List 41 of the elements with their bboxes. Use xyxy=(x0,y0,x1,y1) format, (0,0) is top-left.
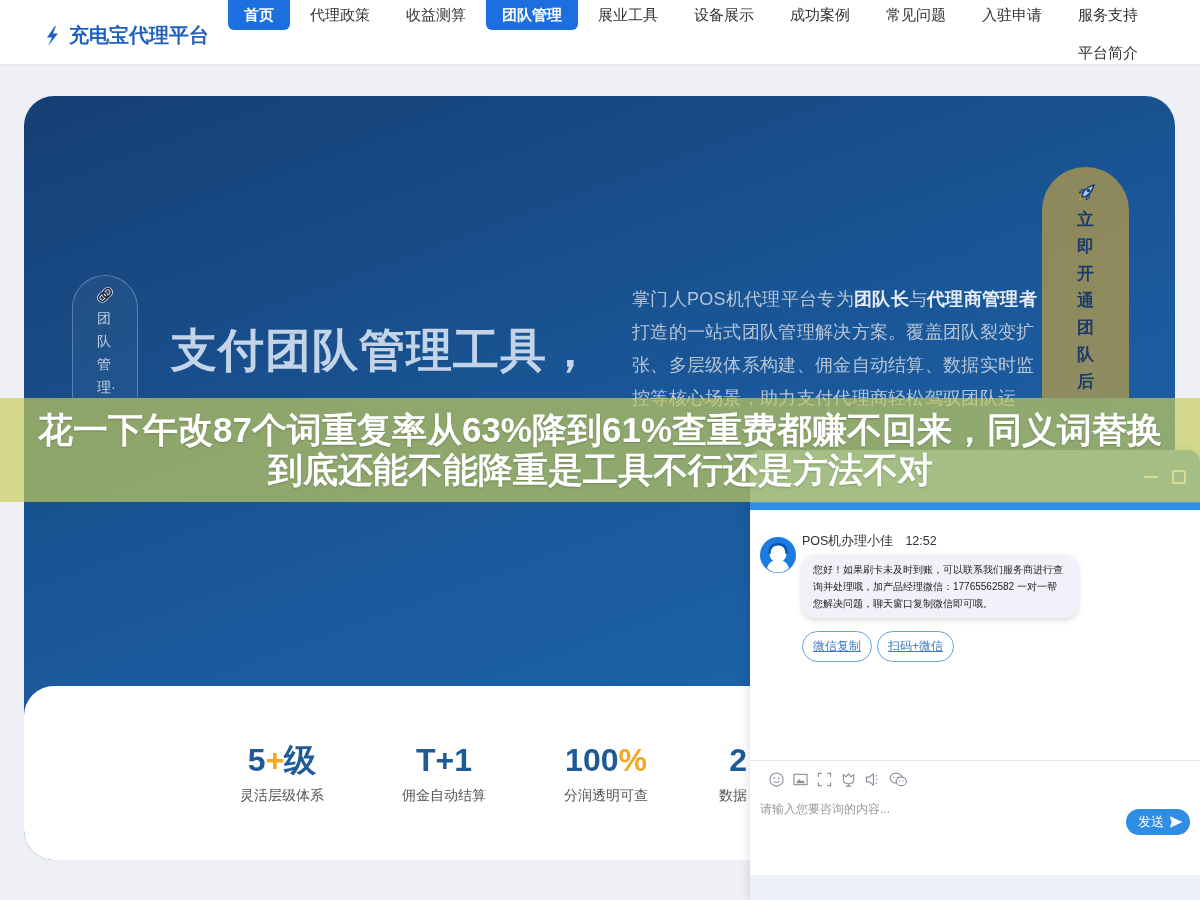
stat-label: 数据 xyxy=(718,786,747,804)
avatar-icon xyxy=(760,537,796,573)
message-bubble: 您好！如果刷卡未及时到账，可以联系我们服务商进行查询并处理哦，加产品经理微信：17765562582 一对一帮您解决问题，聊天窗口复制微信即可哦。 xyxy=(802,555,1078,618)
stat-label: 分润透明可查 xyxy=(563,786,649,804)
image-icon[interactable] xyxy=(793,771,808,787)
agent-name: POS机办理小佳 xyxy=(802,534,894,548)
caption-text: 花一下午改87个词重复率从63%降到61%查重费都赚不回来，同义词替换 xyxy=(37,410,1162,450)
nav-tab[interactable]: 收益测算 xyxy=(390,0,482,30)
nav-tab[interactable]: 入驻申请 xyxy=(966,0,1058,30)
chat-bubbles-icon[interactable] xyxy=(889,771,908,787)
quick-reply-button[interactable]: 扫码+微信 xyxy=(877,631,954,662)
nav-tab[interactable]: 展业工具 xyxy=(582,0,674,30)
caption-text: 到底还能不能降重是工具不行还是方法不对 xyxy=(267,450,933,490)
message-time: 12:52 xyxy=(905,534,937,548)
speaker-icon[interactable] xyxy=(865,771,880,787)
lightning-icon xyxy=(45,25,59,46)
nav-tab[interactable]: 设备展示 xyxy=(678,0,770,30)
stat-value: 100% xyxy=(564,742,648,778)
paper-plane-icon xyxy=(1169,815,1183,829)
nav-tab[interactable]: 平台简介 xyxy=(1062,38,1154,68)
smiley-icon[interactable] xyxy=(769,771,784,787)
message-input[interactable]: 请输入您要咨询的内容... xyxy=(760,801,1126,866)
stat-value: 5+级 xyxy=(246,742,318,778)
nav-tab[interactable]: 代理政策 xyxy=(294,0,386,30)
stat-label: 灵活层级体系 xyxy=(239,786,325,804)
chain-link-icon xyxy=(96,286,114,304)
tulip-icon[interactable] xyxy=(841,771,856,787)
nav-tab[interactable]: 团队管理 xyxy=(486,0,578,30)
nav-tab[interactable]: 首页 xyxy=(228,0,290,30)
fullscreen-icon[interactable] xyxy=(817,771,832,787)
nav-tab[interactable]: 成功案例 xyxy=(774,0,866,30)
nav-tab[interactable]: 服务支持 xyxy=(1062,0,1154,30)
quick-reply-button[interactable]: 微信复制 xyxy=(802,631,872,662)
stat-value: T+1 xyxy=(415,742,473,778)
stat-label: 佣金自动结算 xyxy=(401,786,487,804)
nav-tab[interactable]: 常见问题 xyxy=(870,0,962,30)
stat-value: 2 xyxy=(728,742,747,778)
side-tag-text: 团队管理· xyxy=(97,309,117,397)
rocket-icon xyxy=(1075,183,1096,203)
headline-text: 支付团队管理工具， xyxy=(169,323,595,378)
logo-text: 充电宝代理平台 xyxy=(69,23,209,48)
